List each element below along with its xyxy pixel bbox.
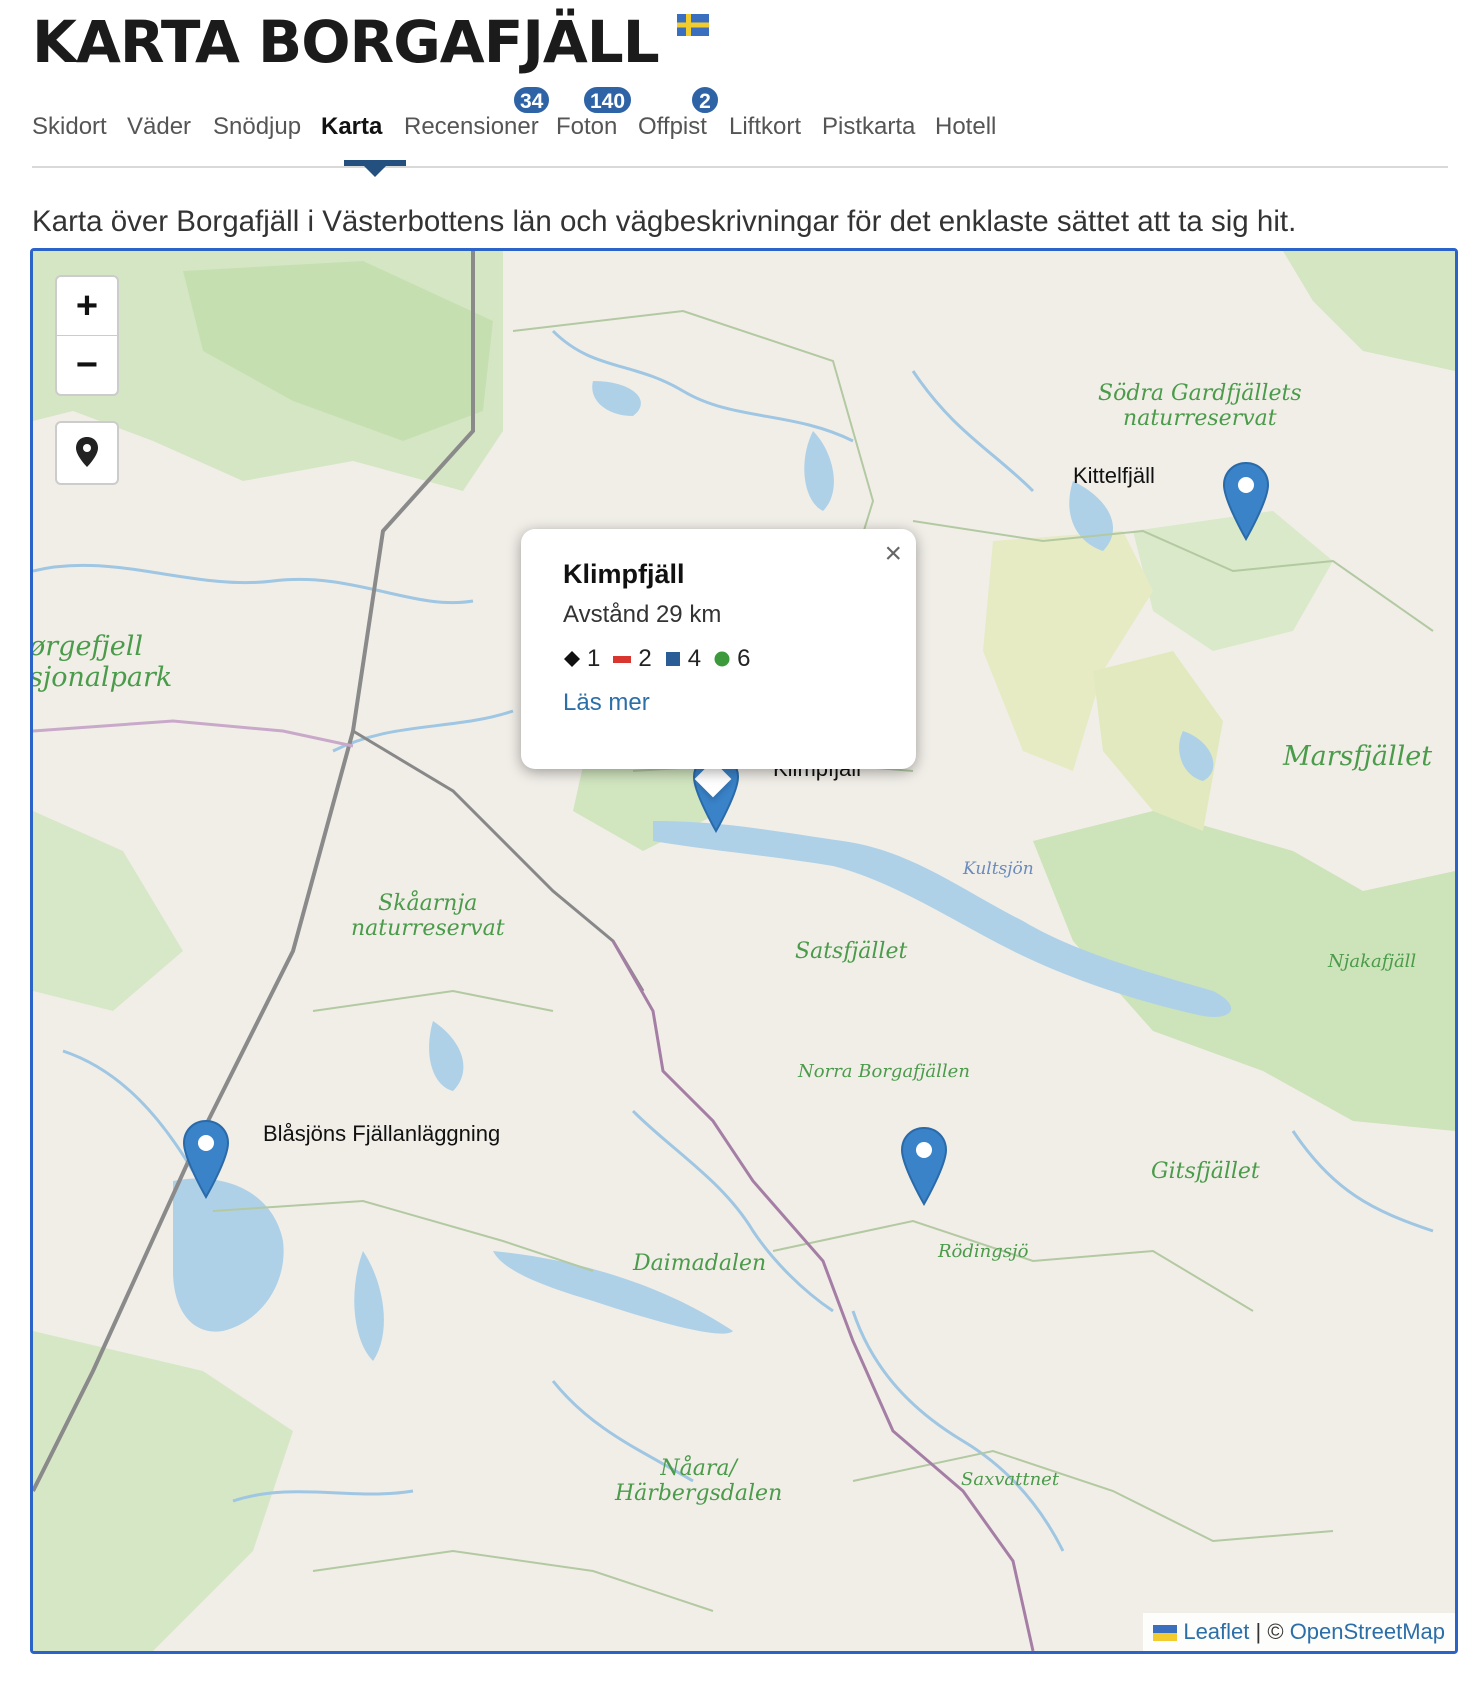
- map-marker-borgafjall[interactable]: [899, 1126, 949, 1208]
- marker-label: Kittelfjäll: [1073, 463, 1155, 488]
- count-badge: 2: [690, 85, 720, 115]
- green-run-count: 6: [737, 645, 751, 672]
- popup-run-counts: 1 2 4 6: [563, 645, 750, 673]
- place-label-satsfjallet: Satsfjället: [795, 939, 908, 964]
- tab-label: Foton: [556, 113, 618, 140]
- tab-snodjup[interactable]: Snödjup: [213, 113, 301, 141]
- map-intro-text: Karta över Borgafjäll i Västerbottens lä…: [32, 205, 1297, 238]
- zoom-in-button[interactable]: +: [57, 277, 117, 336]
- place-label-line: naturreservat: [351, 916, 505, 941]
- active-tab-caret: [364, 166, 386, 177]
- locate-button[interactable]: [55, 421, 119, 485]
- tab-offpist[interactable]: Offpist 2: [638, 85, 720, 141]
- place-label-line: Södra Gardfjällets: [1098, 381, 1302, 406]
- place-label-marsfjallet: Marsfjället: [1283, 741, 1433, 772]
- blue-run-count: 4: [687, 645, 702, 672]
- tab-vader[interactable]: Väder: [127, 113, 191, 141]
- black-run-count: 1: [587, 645, 601, 672]
- popup-title: Klimpfjäll: [563, 559, 685, 589]
- count-badge: 140: [582, 85, 634, 115]
- place-label-gitsfjallet: Gitsfjället: [1151, 1159, 1260, 1184]
- tab-label: Offpist: [638, 113, 707, 140]
- place-label-borgefjell: ørgefjell sjonalpark: [30, 631, 173, 693]
- marker-popup: × Klimpfjäll Avstånd 29 km 1 2 4 6 Läs m…: [521, 529, 916, 769]
- place-label-norra-borgafjallen: Norra Borgafjällen: [798, 1061, 970, 1082]
- tab-divider: [32, 166, 1448, 168]
- place-label-kultsjon: Kultsjön: [963, 859, 1034, 879]
- read-more-link[interactable]: Läs mer: [563, 689, 650, 717]
- openstreetmap-link[interactable]: OpenStreetMap: [1290, 1619, 1445, 1644]
- tab-recensioner[interactable]: Recensioner 34: [404, 85, 552, 141]
- marker-label: Blåsjöns Fjällanläggning: [263, 1121, 501, 1146]
- place-label-naara-harbergsdalen: Nåara/ Härbergsdalen: [615, 1456, 782, 1506]
- tab-karta[interactable]: Karta: [321, 113, 382, 141]
- place-label-line: Skåarnja: [378, 891, 478, 916]
- red-run-count: 2: [638, 645, 652, 672]
- map-marker-blasjon[interactable]: [181, 1119, 231, 1201]
- place-label-saxvattnet: Saxvattnet: [961, 1469, 1060, 1490]
- black-run-icon: [564, 651, 580, 667]
- red-run-icon: [613, 656, 632, 663]
- map-pin-icon: [76, 437, 98, 467]
- place-label-skaarnja: Skåarnja naturreservat: [351, 891, 505, 941]
- map-container[interactable]: + − Södra Gardfjällets naturreservat Mar…: [30, 248, 1458, 1654]
- tab-skidort[interactable]: Skidort: [32, 113, 107, 141]
- map-marker-kittelfjall[interactable]: [1221, 461, 1271, 543]
- place-label-njakafjall: Njakafjäll: [1328, 951, 1417, 972]
- attribution-separator: | ©: [1255, 1619, 1284, 1644]
- place-label-line: Härbergsdalen: [615, 1481, 783, 1506]
- tab-label: Recensioner: [404, 113, 539, 140]
- tab-foton[interactable]: Foton 140: [556, 85, 634, 141]
- place-label-line: sjonalpark: [30, 662, 173, 693]
- blue-run-icon: [665, 652, 680, 666]
- place-label-line: Nåara/: [660, 1456, 737, 1481]
- page-title: KARTA BORGAFJÄLL: [32, 8, 660, 76]
- popup-distance: Avstånd 29 km: [563, 601, 722, 628]
- zoom-out-button[interactable]: −: [57, 336, 117, 394]
- count-badge: 34: [512, 85, 552, 115]
- place-label-sodra-gardfjallet: Södra Gardfjällets naturreservat: [1098, 381, 1302, 431]
- swedish-flag-icon: [677, 14, 709, 36]
- ukraine-flag-icon: [1153, 1625, 1178, 1641]
- map-attribution: Leaflet | © OpenStreetMap: [1143, 1613, 1455, 1651]
- popup-close-button[interactable]: ×: [884, 537, 902, 571]
- resort-tabs: Skidort Väder Snödjup Karta Recensioner …: [32, 85, 1448, 165]
- place-label-line: naturreservat: [1123, 406, 1277, 431]
- place-label-rodingsjo: Rödingsjö: [938, 1241, 1029, 1262]
- leaflet-link[interactable]: Leaflet: [1183, 1619, 1249, 1644]
- green-run-icon: [714, 651, 730, 667]
- tab-liftkort[interactable]: Liftkort: [729, 113, 801, 141]
- zoom-control: + −: [55, 275, 119, 396]
- tab-hotell[interactable]: Hotell: [935, 113, 996, 141]
- place-label-daimadalen: Daimadalen: [633, 1251, 767, 1276]
- tab-pistkarta[interactable]: Pistkarta: [822, 113, 915, 141]
- place-label-line: ørgefjell: [30, 631, 144, 662]
